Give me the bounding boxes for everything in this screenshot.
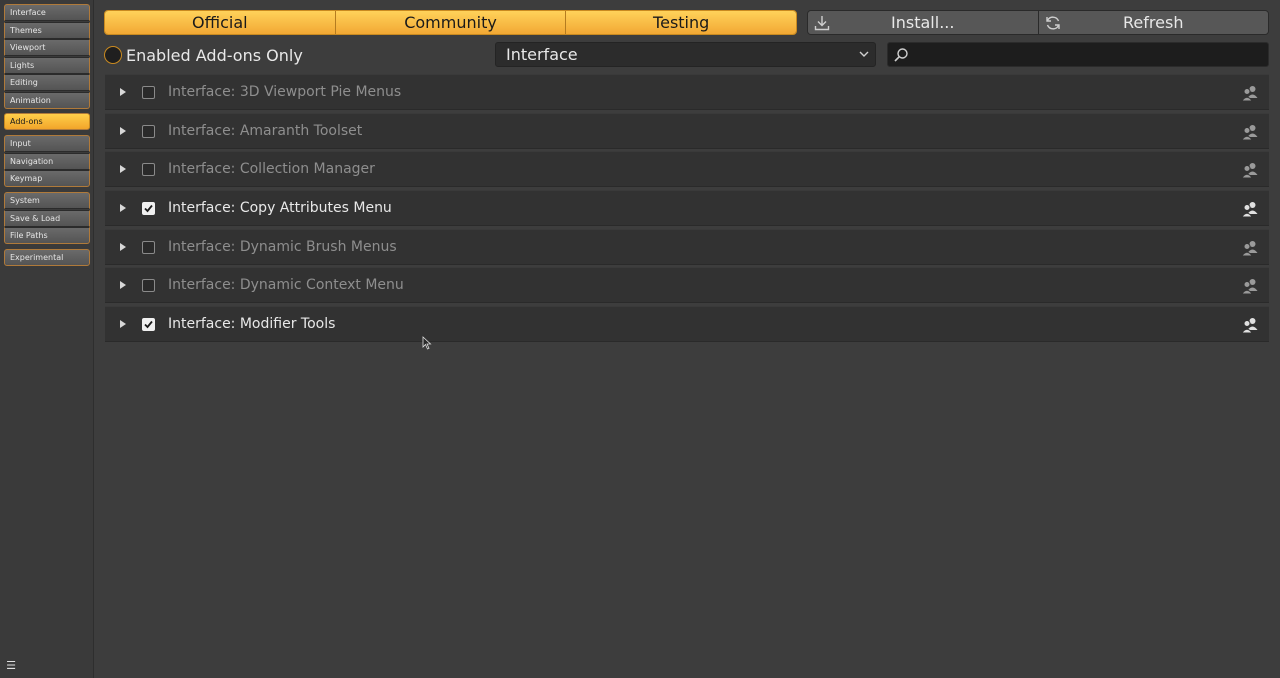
- addon-row: Interface: 3D Viewport Pie Menus: [105, 74, 1269, 110]
- sidebar-item-navigation[interactable]: Navigation: [4, 152, 90, 170]
- community-users-icon: [1241, 163, 1258, 179]
- sidebar-group: System Save & Load File Paths: [4, 192, 90, 245]
- tab-testing[interactable]: Testing: [566, 11, 796, 34]
- addon-enable-checkbox[interactable]: [142, 124, 155, 138]
- download-icon: [814, 16, 830, 31]
- expand-arrow-icon[interactable]: [118, 86, 128, 98]
- sidebar-item-keymap[interactable]: Keymap: [4, 170, 90, 187]
- community-users-icon: [1241, 318, 1258, 334]
- expand-arrow-icon[interactable]: [118, 318, 128, 330]
- addon-name: Interface: 3D Viewport Pie Menus: [168, 84, 402, 100]
- tab-official[interactable]: Official: [105, 11, 336, 34]
- enabled-only-label: Enabled Add-ons Only: [126, 45, 303, 65]
- sidebar-item-system[interactable]: System: [4, 192, 90, 209]
- expand-arrow-icon[interactable]: [118, 163, 128, 175]
- expand-arrow-icon[interactable]: [118, 279, 128, 291]
- addon-row: Interface: Collection Manager: [105, 151, 1269, 188]
- community-users-icon: [1241, 240, 1258, 257]
- refresh-button[interactable]: Refresh: [1038, 11, 1268, 34]
- category-dropdown[interactable]: Interface: [495, 42, 876, 67]
- checkmark-icon: [144, 204, 153, 213]
- addon-name: Interface: Copy Attributes Menu: [168, 200, 392, 217]
- chevron-down-icon: [859, 51, 869, 57]
- install-button[interactable]: Install...: [808, 11, 1039, 34]
- addon-row: Interface: Modifier Tools: [105, 306, 1269, 343]
- refresh-label: Refresh: [1123, 13, 1184, 32]
- addon-enable-checkbox[interactable]: [142, 279, 155, 293]
- community-users-icon: [1241, 86, 1258, 102]
- community-users-icon: [1241, 279, 1258, 295]
- expand-arrow-icon[interactable]: [118, 125, 128, 137]
- mouse-cursor-icon: [422, 336, 432, 350]
- install-label: Install...: [891, 13, 955, 32]
- sidebar-item-lights[interactable]: Lights: [4, 56, 90, 74]
- sidebar-item-add-ons[interactable]: Add-ons: [4, 113, 90, 130]
- addon-enable-checkbox[interactable]: [142, 202, 155, 216]
- enabled-addons-only-toggle[interactable]: Enabled Add-ons Only: [104, 44, 303, 66]
- sidebar-item-editing[interactable]: Editing: [4, 74, 90, 91]
- sidebar-item-viewport[interactable]: Viewport: [4, 39, 90, 56]
- category-selected-value: Interface: [506, 45, 578, 64]
- sidebar-item-save-load[interactable]: Save & Load: [4, 209, 90, 227]
- addon-name: Interface: Dynamic Brush Menus: [168, 238, 397, 255]
- sidebar-item-animation[interactable]: Animation: [4, 91, 90, 109]
- sidebar-group: Interface Themes Viewport Lights Editing Anim…: [4, 4, 90, 109]
- addon-row: Interface: Dynamic Context Menu: [105, 267, 1269, 304]
- addon-list: Interface: 3D Viewport Pie Menus Interfac…: [105, 74, 1269, 345]
- addon-row: Interface: Copy Attributes Menu: [105, 190, 1269, 227]
- expand-arrow-icon[interactable]: [118, 202, 128, 214]
- community-users-icon: [1241, 124, 1258, 141]
- sidebar-item-interface[interactable]: Interface: [4, 4, 90, 21]
- sidebar-item-themes[interactable]: Themes: [4, 21, 90, 39]
- addon-row: Interface: Amaranth Toolset: [105, 112, 1269, 149]
- expand-arrow-icon[interactable]: [118, 241, 128, 253]
- sidebar-item-experimental[interactable]: Experimental: [4, 249, 90, 266]
- search-input[interactable]: [914, 43, 1264, 66]
- addon-enable-checkbox[interactable]: [142, 318, 155, 332]
- addon-name: Interface: Amaranth Toolset: [168, 122, 363, 139]
- checkmark-icon: [144, 321, 153, 329]
- tab-community[interactable]: Community: [335, 11, 567, 34]
- addon-row: Interface: Dynamic Brush Menus: [105, 228, 1269, 265]
- addon-enable-checkbox[interactable]: [142, 240, 155, 254]
- addon-action-buttons: Install... Refresh: [807, 10, 1269, 35]
- addon-name: Interface: Collection Manager: [168, 161, 375, 178]
- search-field[interactable]: [887, 42, 1269, 67]
- addon-source-tabs: Official Community Testing: [104, 10, 797, 35]
- addon-enable-checkbox[interactable]: [142, 86, 155, 99]
- enabled-only-radio[interactable]: [104, 46, 122, 64]
- sidebar-group: Experimental: [4, 249, 90, 267]
- addon-name: Interface: Modifier Tools: [168, 316, 336, 333]
- sidebar-group: Add-ons: [4, 113, 90, 131]
- sidebar-item-file-paths[interactable]: File Paths: [4, 227, 90, 244]
- addon-name: Interface: Dynamic Context Menu: [168, 277, 404, 294]
- community-users-icon: [1241, 202, 1258, 218]
- sidebar-item-input[interactable]: Input: [4, 135, 90, 152]
- sidebar-group: Input Navigation Keymap: [4, 135, 90, 188]
- addon-enable-checkbox[interactable]: [142, 163, 155, 177]
- refresh-icon: [1045, 16, 1060, 30]
- preferences-sidebar: Interface Themes Viewport Lights Editing Anim…: [0, 0, 94, 678]
- hamburger-menu-icon[interactable]: ☰: [4, 659, 18, 673]
- search-icon: [894, 48, 908, 62]
